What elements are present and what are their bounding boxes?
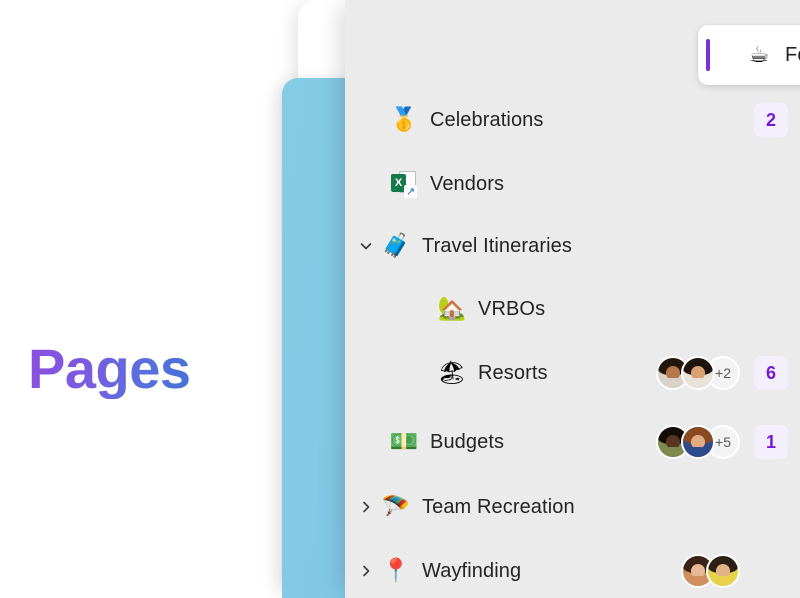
sidebar-item-celebrations[interactable]: 🥇 Celebrations 2 (345, 92, 800, 148)
avatar[interactable] (706, 554, 740, 588)
expander-placeholder (353, 301, 379, 317)
sidebar-item-label: Celebrations (430, 108, 544, 131)
sidebar-item-label: Wayfinding (422, 559, 522, 582)
sidebar-item-label: Resorts (478, 361, 548, 384)
sidebar-item-label: Travel Itineraries (422, 234, 572, 257)
pages-sidebar: ☕ Fourth Coffee Project 🥇 Celebrations 2 X↗ Ve… (345, 0, 800, 598)
sidebar-item-label: Team Recreation (422, 495, 575, 518)
sidebar-item-wayfinding[interactable]: 📍 Wayfinding (345, 543, 800, 598)
beach-umbrella-icon: 🏖 (437, 359, 467, 386)
sidebar-item-team-recreation[interactable]: 🪂 Team Recreation (345, 479, 800, 535)
sidebar-item-resorts[interactable]: 🏖 Resorts +2 6 (345, 345, 800, 401)
avatar[interactable] (681, 356, 715, 390)
sidebar-item-vrbos[interactable]: 🏡 VRBOs (345, 281, 800, 337)
sidebar-item-fourth-coffee-project[interactable]: ☕ Fourth Coffee Project (698, 25, 800, 85)
sidebar-item-label: Fourth Coffee Project (785, 43, 800, 66)
expander-placeholder (353, 176, 379, 192)
sidebar-item-travel-itineraries[interactable]: 🧳 Travel Itineraries (345, 218, 800, 274)
chevron-right-icon[interactable] (353, 499, 379, 515)
sidebar-item-vendors[interactable]: X ↗ Vendors (345, 156, 800, 212)
avatar[interactable] (681, 425, 715, 459)
expander-placeholder (716, 47, 742, 63)
expander-placeholder (353, 112, 379, 128)
selection-indicator (706, 39, 710, 71)
expander-placeholder (353, 434, 379, 450)
status-badge: 6 (754, 356, 788, 390)
page-title: Pages (28, 337, 191, 400)
pushpin-icon: 📍 (381, 557, 411, 584)
chevron-right-icon[interactable] (353, 563, 379, 579)
avatar-group[interactable]: +2 (656, 356, 740, 390)
parachute-balloons-icon: 🪂 (381, 493, 411, 520)
expander-placeholder (353, 365, 379, 381)
money-icon: 💵 (389, 428, 419, 455)
sidebar-item-label: Vendors (430, 172, 505, 195)
sidebar-item-label: Budgets (430, 430, 505, 453)
avatar-group[interactable]: +5 (656, 425, 740, 459)
screenshot-root: Pages ☕ Fourth Coffee Project 🥇 Celebration… (0, 0, 800, 598)
status-badge: 2 (754, 103, 788, 137)
status-badge: 1 (754, 425, 788, 459)
medal-icon: 🥇 (389, 106, 419, 133)
sidebar-item-label: VRBOs (478, 297, 546, 320)
chevron-down-icon[interactable] (353, 238, 379, 254)
excel-file-icon: X ↗ (387, 171, 421, 198)
house-with-garden-icon: 🏡 (437, 295, 467, 322)
coffee-cup-icon: ☕ (748, 41, 770, 68)
sidebar-item-budgets[interactable]: 💵 Budgets +5 1 (345, 414, 800, 470)
luggage-icon: 🧳 (381, 232, 411, 259)
avatar-group[interactable] (681, 554, 740, 588)
